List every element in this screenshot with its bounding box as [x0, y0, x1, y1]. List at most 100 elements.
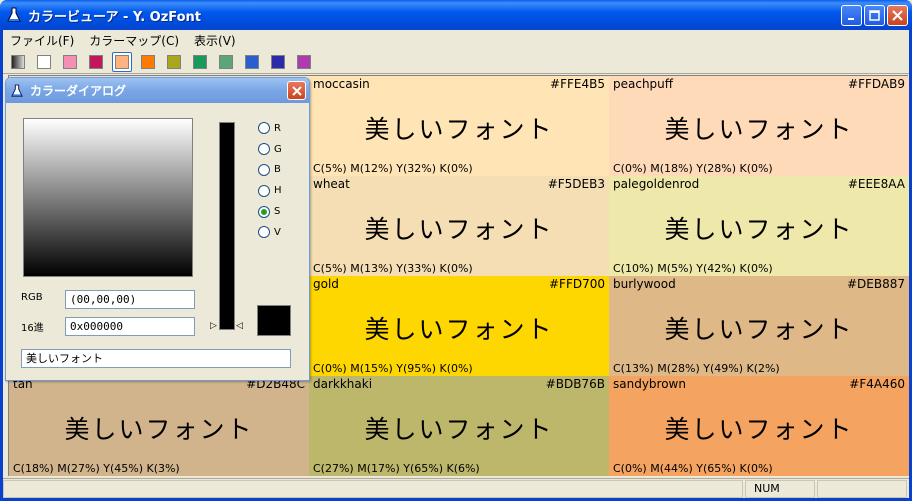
color-cell[interactable]: sandybrown #F4A460 美しいフォント C(0%) M(44%) Y(6… — [609, 376, 909, 476]
color-name: wheat — [313, 177, 350, 191]
color-swatch-button[interactable] — [190, 52, 210, 72]
sample-text: 美しいフォント — [364, 215, 554, 244]
color-name: sandybrown — [613, 377, 686, 391]
color-swatch-button[interactable] — [294, 52, 314, 72]
color-cmyk: C(5%) M(13%) Y(33%) K(0%) — [313, 262, 473, 275]
color-picker-area[interactable] — [23, 118, 193, 277]
minimize-button[interactable] — [841, 5, 862, 26]
color-cmyk: C(5%) M(12%) Y(32%) K(0%) — [313, 162, 473, 175]
radio-dot-icon — [258, 226, 270, 239]
swatch-icon — [37, 55, 51, 69]
color-hex: #FFDAB9 — [848, 77, 905, 91]
minimize-icon — [848, 18, 854, 20]
menu-bar: ファイル(F) カラーマップ(C) 表示(V) — [3, 30, 909, 50]
rgb-label: RGB — [21, 292, 43, 303]
color-name: palegoldenrod — [613, 177, 700, 191]
color-name: darkkhaki — [313, 377, 373, 391]
color-swatch-button[interactable] — [164, 52, 184, 72]
close-icon — [291, 85, 302, 96]
color-swatch-button[interactable] — [138, 52, 158, 72]
swatch-icon — [271, 55, 285, 69]
color-cmyk: C(13%) M(28%) Y(49%) K(2%) — [613, 362, 780, 375]
menu-file[interactable]: ファイル(F) — [3, 32, 82, 49]
color-swatch-button[interactable] — [8, 52, 28, 72]
color-cell[interactable]: wheat #F5DEB3 美しいフォント C(5%) M(13%) Y(33%) K… — [309, 176, 609, 276]
flask-icon — [11, 84, 25, 98]
color-cmyk: C(18%) M(27%) Y(45%) K(3%) — [13, 462, 180, 475]
hex-field[interactable]: 0x000000 — [65, 317, 195, 336]
swatch-icon — [167, 55, 181, 69]
status-pane — [817, 479, 907, 498]
radio-b[interactable]: B — [258, 160, 282, 181]
color-cell[interactable]: moccasin #FFE4B5 美しいフォント C(5%) M(12%) Y(32%… — [309, 76, 609, 176]
color-swatch-button[interactable] — [242, 52, 262, 72]
sample-text: 美しいフォント — [664, 215, 854, 244]
sample-text: 美しいフォント — [364, 415, 554, 444]
color-cell[interactable]: burlywood #DEB887 美しいフォント C(13%) M(28%) Y(4… — [609, 276, 909, 376]
sample-text-input[interactable]: 美しいフォント — [21, 349, 291, 368]
menu-colormap[interactable]: カラーマップ(C) — [82, 32, 187, 49]
sample-text: 美しいフォント — [364, 315, 554, 344]
radio-r[interactable]: R — [258, 118, 282, 139]
dialog-title-bar[interactable]: カラーダイアログ — [6, 78, 309, 103]
radio-dot-icon — [258, 143, 270, 156]
window-title: カラービューア - Y. OzFont — [28, 9, 202, 25]
maximize-button[interactable] — [864, 5, 885, 26]
radio-label: V — [274, 226, 281, 238]
color-cmyk: C(10%) M(5%) Y(42%) K(0%) — [613, 262, 773, 275]
color-cell[interactable]: gold #FFD700 美しいフォント C(0%) M(15%) Y(95%) K(… — [309, 276, 609, 376]
sample-text: 美しいフォント — [664, 115, 854, 144]
color-swatch-button[interactable] — [268, 52, 288, 72]
color-dialog: カラーダイアログ ▷ ◁ RGBHSV RGB (00,00,00) 16進 0… — [5, 77, 310, 381]
close-icon — [892, 10, 903, 21]
swatch-icon — [89, 55, 103, 69]
radio-v[interactable]: V — [258, 222, 282, 243]
sample-text: 美しいフォント — [64, 415, 254, 444]
color-hex: #BDB76B — [545, 377, 605, 391]
color-cell[interactable]: palegoldenrod #EEE8AA 美しいフォント C(10%) M(5%) … — [609, 176, 909, 276]
swatch-icon — [297, 55, 311, 69]
color-cmyk: C(27%) M(17%) Y(65%) K(6%) — [313, 462, 480, 475]
color-hex: #FFE4B5 — [550, 77, 605, 91]
sample-text: 美しいフォント — [664, 415, 854, 444]
swatch-icon — [63, 55, 77, 69]
title-bar[interactable]: カラービューア - Y. OzFont — [0, 0, 912, 30]
swatch-icon — [245, 55, 259, 69]
color-cell[interactable]: tan #D2B48C 美しいフォント C(18%) M(27%) Y(45%) K(… — [9, 376, 309, 476]
swatch-icon — [141, 55, 155, 69]
swatch-icon — [219, 55, 233, 69]
slider-left-arrow-icon[interactable]: ▷ — [210, 321, 217, 331]
menu-view[interactable]: 表示(V) — [187, 32, 244, 49]
radio-dot-icon — [258, 163, 270, 176]
radio-g[interactable]: G — [258, 139, 282, 160]
color-hex: #DEB887 — [846, 277, 905, 291]
radio-h[interactable]: H — [258, 180, 282, 201]
swatch-icon — [115, 55, 129, 69]
radio-s[interactable]: S — [258, 201, 282, 222]
slider-right-arrow-icon[interactable]: ◁ — [236, 321, 243, 331]
status-num: NUM — [745, 479, 815, 498]
radio-dot-icon — [258, 184, 270, 197]
color-swatch-button[interactable] — [216, 52, 236, 72]
channel-radio-group: RGBHSV — [258, 118, 282, 243]
color-cmyk: C(0%) M(44%) Y(65%) K(0%) — [613, 462, 773, 475]
radio-label: B — [274, 164, 281, 176]
color-cell[interactable]: darkkhaki #BDB76B 美しいフォント C(27%) M(17%) Y(6… — [309, 376, 609, 476]
color-swatch-button[interactable] — [86, 52, 106, 72]
color-cmyk: C(0%) M(18%) Y(28%) K(0%) — [613, 162, 773, 175]
rgb-field[interactable]: (00,00,00) — [65, 290, 195, 309]
color-hex: #EEE8AA — [847, 177, 905, 191]
color-name: burlywood — [613, 277, 676, 291]
radio-label: G — [274, 143, 282, 155]
color-swatch-button[interactable] — [112, 52, 132, 72]
sample-text: 美しいフォント — [364, 115, 554, 144]
color-swatch-button[interactable] — [60, 52, 80, 72]
color-cell[interactable]: peachpuff #FFDAB9 美しいフォント C(0%) M(18%) Y(28… — [609, 76, 909, 176]
color-swatch-button[interactable] — [34, 52, 54, 72]
value-slider[interactable] — [219, 122, 235, 330]
close-button[interactable] — [887, 5, 908, 26]
dialog-close-button[interactable] — [287, 81, 306, 100]
color-hex: #F5DEB3 — [547, 177, 605, 191]
status-bar: NUM — [3, 478, 909, 498]
swatch-icon — [193, 55, 207, 69]
